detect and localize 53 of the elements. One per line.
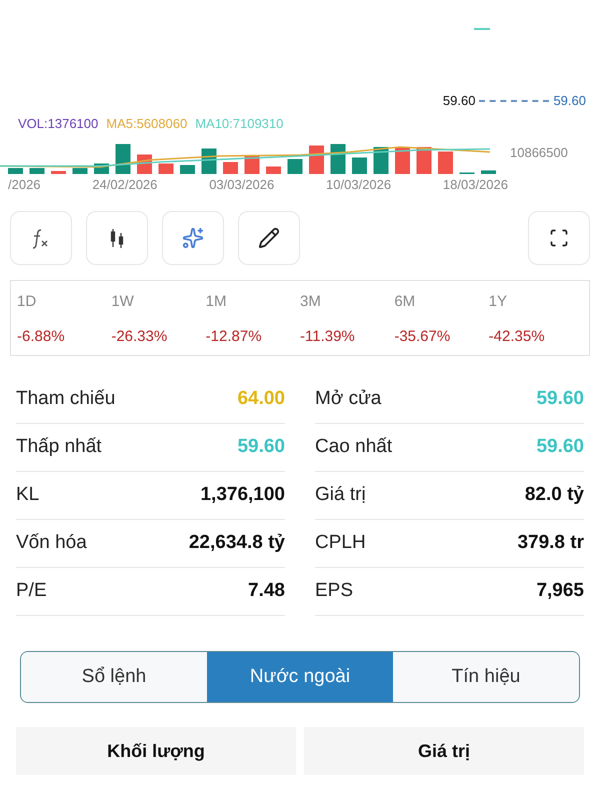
date-label: /2026 (8, 176, 41, 194)
stat-label: EPS (315, 579, 354, 604)
stat-label: Vốn hóa (16, 531, 87, 556)
period-change: -6.88% (17, 326, 66, 346)
stat-value: 379.8 tr (517, 531, 584, 556)
toolbar-button[interactable] (238, 211, 300, 265)
price-label: 59.60 (553, 92, 586, 110)
period-label: 1D (17, 292, 38, 312)
price-label: 59.60 (442, 92, 476, 110)
stat-value: 7.48 (248, 579, 285, 604)
stat-value: 59.60 (237, 435, 285, 460)
stat-label: KL (16, 483, 40, 508)
stat-value: 7,965 (536, 579, 584, 604)
period-label: 6M (394, 292, 416, 312)
date-label: 03/03/2026 (209, 176, 274, 194)
candle-mark (474, 28, 490, 30)
column-header: Giá trị (304, 727, 584, 775)
column-header: Khối lượng (16, 727, 296, 775)
stat-label: CPLH (315, 531, 366, 556)
period-change: -42.35% (488, 326, 546, 346)
date-label: 24/02/2026 (92, 176, 158, 194)
stat-label: Tham chiếu (16, 387, 116, 412)
toolbar-button[interactable] (86, 211, 148, 265)
legend-item: MA5:5608060 (106, 115, 188, 134)
price-line (479, 100, 550, 102)
stat-value: 1,376,100 (200, 483, 285, 508)
period-label: 1M (206, 292, 228, 312)
stat-value: 82.0 tỷ (524, 483, 584, 508)
legend-item: VOL:1376100 (18, 115, 98, 134)
sparkle-icon (182, 227, 204, 249)
date-label: 10/03/2026 (326, 176, 392, 194)
period-change: -26.33% (111, 326, 168, 346)
stat-value: 64.00 (237, 387, 285, 412)
stat-label: Cao nhất (315, 435, 392, 460)
pencil-icon (258, 227, 280, 249)
period-change: -12.87% (206, 326, 263, 346)
stat-label: Giá trị (315, 483, 366, 508)
date-label: 18/03/2026 (442, 176, 508, 194)
period-change: -11.39% (300, 326, 356, 346)
stat-label: P/E (16, 579, 47, 604)
period-change: -35.67% (394, 326, 452, 346)
stat-value: 59.60 (536, 435, 584, 460)
period-label: 1W (111, 292, 135, 312)
legend-item: MA10:7109310 (195, 115, 284, 134)
volume-axis-label: 10866500 (510, 144, 568, 162)
stat-label: Mở cửa (315, 387, 382, 412)
fullscreen-icon (549, 228, 569, 248)
stat-value: 59.60 (536, 387, 584, 412)
stat-label: Thấp nhất (16, 435, 102, 460)
stat-value: 22,634.8 tỷ (188, 531, 285, 556)
period-label: 1Y (488, 292, 508, 312)
period-label: 3M (300, 292, 322, 312)
tab[interactable]: Nước ngoài (207, 652, 393, 702)
